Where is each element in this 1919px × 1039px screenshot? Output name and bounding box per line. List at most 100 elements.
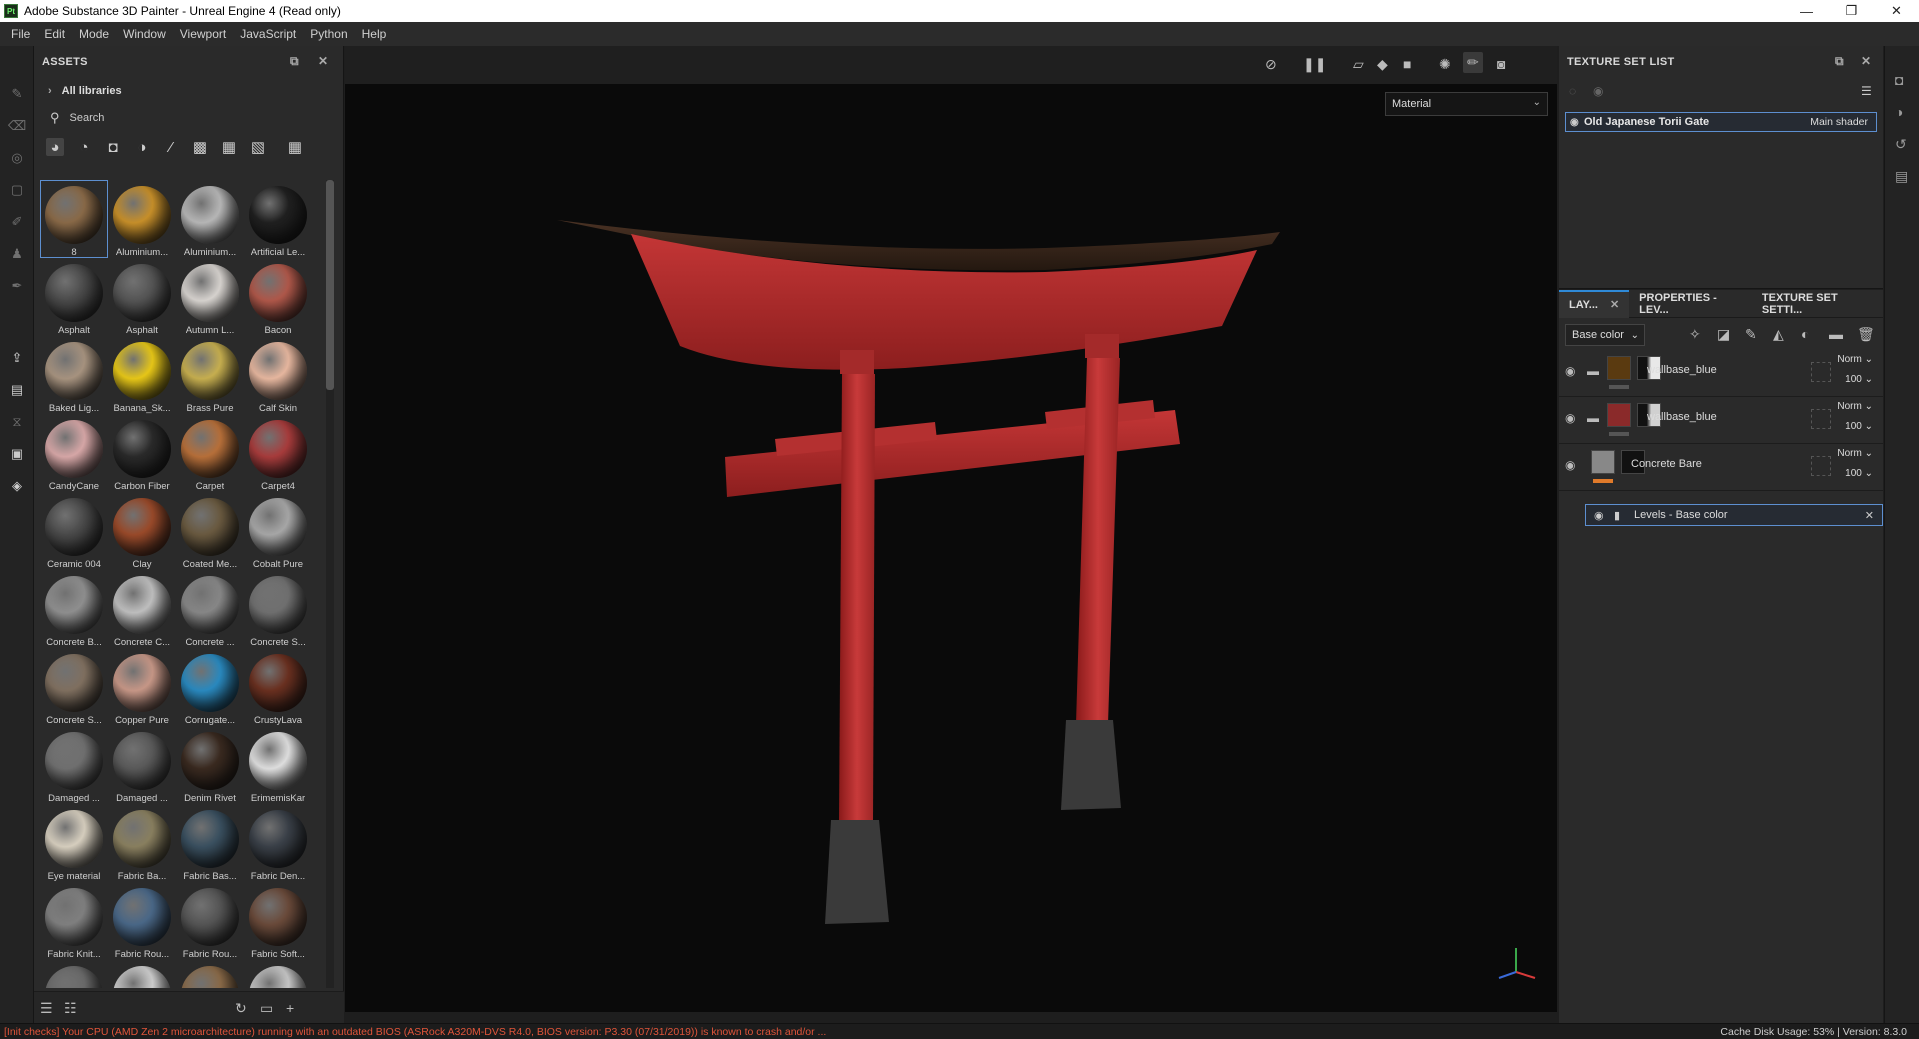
eye-icon[interactable]: ◉ (1565, 411, 1575, 425)
smart-materials-filter-icon[interactable]: ◔ (75, 138, 93, 156)
asset-item[interactable]: Clay (108, 492, 176, 570)
bake-icon[interactable]: ▤ (9, 382, 25, 398)
layer-row[interactable]: ◉ ▬ wallbase_blue Norm ⌄ 100 ⌄ (1559, 350, 1883, 397)
asset-item[interactable]: Carpet4 (244, 414, 310, 492)
opacity-value[interactable]: 100 ⌄ (1845, 374, 1873, 385)
asset-item[interactable]: Cobalt Pure (244, 492, 310, 570)
asset-item[interactable]: Banana_Sk... (108, 336, 176, 414)
asset-item[interactable]: Damaged ... (40, 726, 108, 804)
scrollbar-thumb[interactable] (326, 180, 334, 390)
smudge-icon[interactable]: ✐ (9, 214, 25, 230)
measure-icon[interactable]: ⧖ (9, 414, 25, 430)
asset-item[interactable]: Fabric Knit... (40, 882, 108, 960)
add-paint-layer-icon[interactable]: ✎ (1745, 326, 1757, 343)
asset-item[interactable] (40, 960, 108, 988)
add-effect-icon[interactable]: ✧ (1689, 326, 1701, 343)
layer-name[interactable]: Concrete Bare (1631, 458, 1702, 470)
asset-item[interactable]: Artificial Le... (244, 180, 310, 258)
camera-icon[interactable]: ■ (1403, 56, 1411, 72)
layer-mask-slot[interactable] (1811, 362, 1831, 382)
display-settings-icon[interactable]: ▣ (9, 446, 25, 462)
paint-brush-icon[interactable]: ✎ (9, 86, 25, 102)
close-panel-icon[interactable]: ✕ (1861, 54, 1871, 68)
texture-set-row[interactable]: ◉ Old Japanese Torii Gate Main shader (1565, 112, 1877, 132)
undock-icon[interactable]: ⧉ (1835, 54, 1844, 69)
opacity-value[interactable]: 100 ⌄ (1845, 468, 1873, 479)
search-input[interactable]: Search (70, 112, 105, 124)
asset-item[interactable]: 8 (40, 180, 108, 258)
asset-item[interactable]: Denim Rivet (176, 726, 244, 804)
log-icon[interactable]: ▤ (1895, 168, 1908, 185)
menu-javascript[interactable]: JavaScript (233, 22, 303, 46)
asset-item[interactable]: Copper Pure (108, 648, 176, 726)
2d-view-icon[interactable]: ▱ (1353, 56, 1364, 73)
texture-set-icon[interactable]: ◘ (1895, 72, 1903, 88)
asset-item[interactable]: Aluminium... (108, 180, 176, 258)
asset-item[interactable]: Fabric Rou... (108, 882, 176, 960)
remove-effect-icon[interactable]: ✕ (1865, 509, 1874, 522)
polygon-fill-icon[interactable]: ▢ (9, 182, 25, 198)
blend-mode-select[interactable]: Norm ⌄ (1837, 448, 1873, 459)
clone-stamp-icon[interactable]: ♟ (9, 246, 25, 262)
tab-layers[interactable]: LAY... ✕ (1559, 289, 1630, 318)
search-row[interactable]: ⚲ Search (34, 104, 343, 132)
asset-item[interactable] (244, 960, 310, 988)
pause-icon[interactable]: ❚❚ (1303, 56, 1326, 73)
add-mask-icon[interactable]: ◪ (1717, 326, 1730, 343)
layer-row[interactable]: ◉ Concrete Bare Norm ⌄ 100 ⌄ (1559, 444, 1883, 491)
paint-mode-icon[interactable]: ✏ (1463, 52, 1483, 73)
shader-label[interactable]: Main shader (1810, 116, 1868, 128)
menu-edit[interactable]: Edit (37, 22, 72, 46)
layer-name[interactable]: wallbase_blue (1647, 364, 1717, 376)
asset-item[interactable]: CandyCane (40, 414, 108, 492)
asset-item[interactable]: Fabric Den... (244, 804, 310, 882)
tab-texture-set-settings[interactable]: TEXTURE SET SETTI... (1752, 290, 1883, 318)
asset-item[interactable]: Asphalt (40, 258, 108, 336)
asset-item[interactable]: CrustyLava (244, 648, 310, 726)
eraser-icon[interactable]: ⌫ (8, 118, 26, 134)
asset-item[interactable]: Fabric Bas... (176, 804, 244, 882)
textures-filter-icon[interactable]: ▦ (220, 138, 238, 156)
asset-item[interactable]: Bacon (244, 258, 310, 336)
screenshot-icon[interactable]: ◙ (1497, 56, 1505, 72)
show-all-icon[interactable]: ◉ (1593, 84, 1603, 98)
export-icon[interactable]: ⇪ (9, 350, 25, 366)
assets-scrollbar[interactable] (326, 180, 334, 988)
alphas-filter-icon[interactable]: ▩ (191, 138, 209, 156)
asset-item[interactable]: ErimemisKar (244, 726, 310, 804)
asset-item[interactable]: Fabric Rou... (176, 882, 244, 960)
channel-select[interactable]: Base color ⌄ (1565, 324, 1645, 346)
asset-item[interactable]: Carpet (176, 414, 244, 492)
layer-name[interactable]: wallbase_blue (1647, 411, 1717, 423)
grid-view-icon[interactable]: ▦ (286, 138, 304, 156)
asset-item[interactable]: Baked Lig... (40, 336, 108, 414)
add-folder-icon[interactable]: ▬ (1829, 326, 1843, 342)
filter-list-icon[interactable]: ☷ (64, 1000, 77, 1017)
asset-item[interactable]: Corrugate... (176, 648, 244, 726)
layer-mask-slot[interactable] (1811, 456, 1831, 476)
projection-icon[interactable]: ◎ (9, 150, 25, 166)
symmetry-icon[interactable]: ✺ (1439, 56, 1451, 73)
asset-item[interactable]: Brass Pure (176, 336, 244, 414)
asset-item[interactable]: Aluminium... (176, 180, 244, 258)
menu-viewport[interactable]: Viewport (173, 22, 233, 46)
undock-icon[interactable]: ⧉ (290, 54, 299, 69)
asset-item[interactable]: Carbon Fiber (108, 414, 176, 492)
asset-item[interactable]: Fabric Soft... (244, 882, 310, 960)
close-window-button[interactable]: ✕ (1874, 0, 1919, 22)
asset-item[interactable]: Fabric Ba... (108, 804, 176, 882)
eye-icon[interactable]: ◉ (1565, 364, 1575, 378)
history-icon[interactable]: ↺ (1895, 136, 1907, 153)
display-icon[interactable]: ◑ (1895, 104, 1903, 120)
list-view-icon[interactable]: ☰ (40, 1000, 53, 1017)
layer-row[interactable]: ◉ ▬ wallbase_blue Norm ⌄ 100 ⌄ (1559, 397, 1883, 444)
asset-item[interactable]: Asphalt (108, 258, 176, 336)
import-folder-icon[interactable]: ▭ (260, 1000, 273, 1017)
color-picker-icon[interactable]: ✒ (9, 278, 25, 294)
menu-help[interactable]: Help (355, 22, 394, 46)
brushes-filter-icon[interactable]: ⁄ (162, 138, 180, 156)
refresh-icon[interactable]: ↻ (235, 1000, 247, 1017)
menu-mode[interactable]: Mode (72, 22, 116, 46)
asset-item[interactable]: Damaged ... (108, 726, 176, 804)
add-layer-menu-icon[interactable]: ◐ (1801, 326, 1809, 342)
